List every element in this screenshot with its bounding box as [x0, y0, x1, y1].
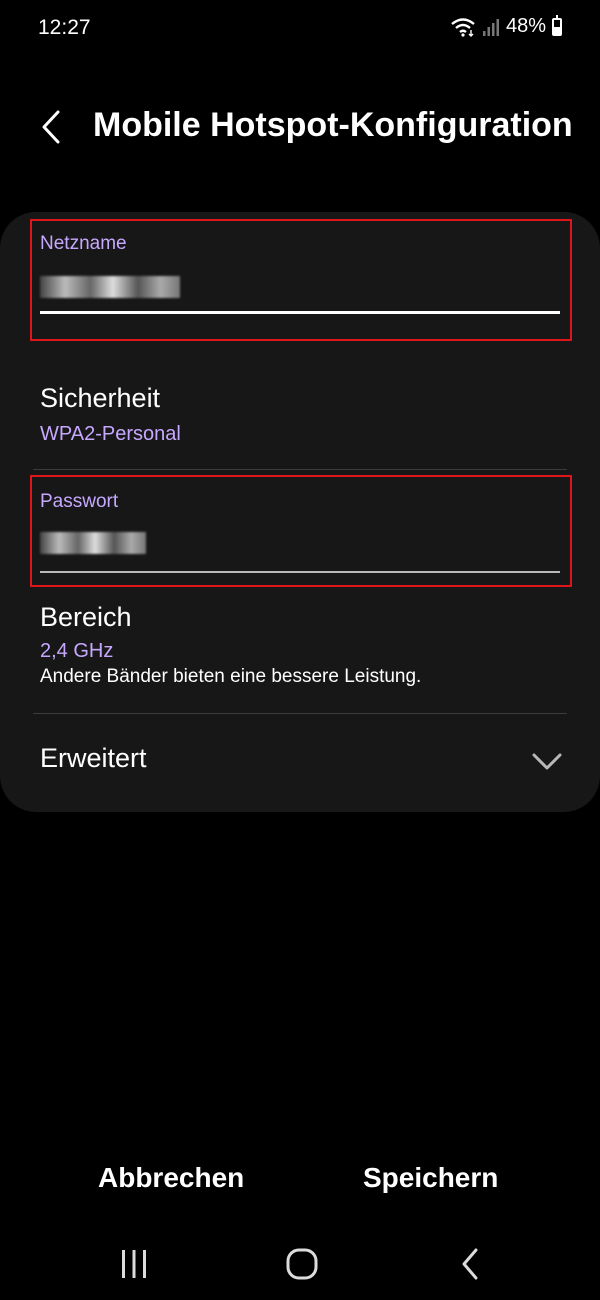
network-name-label: Netzname	[40, 233, 127, 254]
cancel-button[interactable]: Abbrechen	[98, 1162, 244, 1194]
recent-apps-icon[interactable]	[116, 1244, 152, 1284]
save-button[interactable]: Speichern	[363, 1162, 498, 1194]
security-value: WPA2-Personal	[40, 423, 181, 445]
password-pixelated-value	[40, 532, 146, 554]
wifi-icon	[451, 17, 475, 37]
back-icon[interactable]	[452, 1244, 488, 1284]
chevron-down-icon	[532, 753, 562, 770]
back-button[interactable]	[34, 102, 74, 152]
status-time: 12:27	[38, 16, 91, 39]
app-header: Mobile Hotspot-Konfiguration	[0, 92, 600, 162]
battery-percentage: 48%	[505, 15, 546, 37]
status-bar: 12:27 48%	[0, 0, 600, 56]
security-title: Sicherheit	[40, 383, 161, 413]
system-navigation-bar	[0, 1230, 600, 1300]
page-title: Mobile Hotspot-Konfiguration	[93, 106, 573, 144]
network-name-input[interactable]	[40, 276, 180, 306]
advanced-title: Erweitert	[40, 743, 147, 773]
home-icon[interactable]	[282, 1244, 322, 1284]
battery-icon	[552, 14, 562, 36]
divider	[33, 713, 567, 714]
password-input[interactable]	[40, 532, 146, 562]
signal-icon	[482, 18, 499, 36]
network-name-underline	[40, 311, 560, 314]
band-description: Andere Bänder bieten eine bessere Leistu…	[40, 666, 422, 687]
password-underline	[40, 571, 560, 573]
band-title: Bereich	[40, 602, 132, 632]
divider	[33, 469, 567, 470]
network-name-pixelated-value	[40, 276, 180, 298]
band-value: 2,4 GHz	[40, 640, 114, 662]
status-icons: 48%	[450, 14, 562, 38]
password-label: Passwort	[40, 491, 119, 512]
back-chevron-icon	[42, 110, 60, 144]
